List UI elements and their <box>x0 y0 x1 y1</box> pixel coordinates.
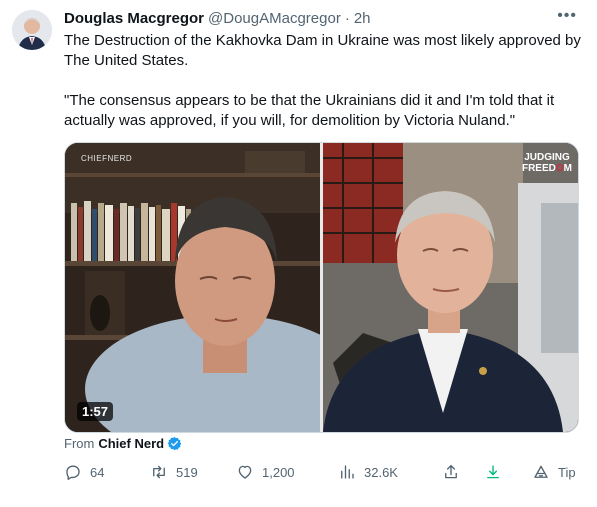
author-handle[interactable]: @DougAMacgregor <box>208 10 341 27</box>
separator-dot: · <box>344 9 350 27</box>
tweet-paragraph-2: "The consensus appears to be that the Uk… <box>64 92 555 129</box>
share-icon <box>445 464 457 479</box>
like-count: 1,200 <box>262 464 295 480</box>
video-watermark: CHIEFNERD <box>81 154 133 163</box>
timestamp[interactable]: 2h <box>354 10 371 27</box>
source-prefix: From <box>64 436 95 451</box>
like-button[interactable]: 1,200 <box>236 463 295 481</box>
source-attribution: From Chief Nerd <box>64 436 182 451</box>
verified-badge-icon <box>167 436 182 451</box>
retweet-icon <box>153 465 165 479</box>
video-player[interactable]: CHIEFNERD 1:57 JUDGING FREEDOM <box>64 142 579 433</box>
left-speaker-image <box>65 143 320 432</box>
download-button[interactable] <box>484 463 502 481</box>
tweet-paragraph-1: The Destruction of the Kakhovka Dam in U… <box>64 32 581 69</box>
tweet-header: Douglas Macgregor @DougAMacgregor · 2h <box>64 8 583 28</box>
logo-line-2-a: FREED <box>521 163 556 174</box>
views-count: 32.6K <box>364 464 398 480</box>
retweet-count: 519 <box>176 464 198 480</box>
retweet-button[interactable]: 519 <box>150 463 198 481</box>
more-options-icon[interactable]: ••• <box>557 7 577 25</box>
right-speaker-image <box>323 143 578 432</box>
views-button[interactable]: 32.6K <box>338 463 398 481</box>
heart-icon <box>238 465 252 479</box>
video-duration: 1:57 <box>77 402 114 421</box>
video-left-pane: CHIEFNERD 1:57 <box>65 143 320 432</box>
share-button[interactable] <box>442 463 460 481</box>
reply-count: 64 <box>90 464 105 480</box>
logo-line-1: JUDGING <box>524 152 570 163</box>
reply-icon <box>66 465 80 480</box>
video-right-pane: JUDGING FREEDOM <box>323 143 578 432</box>
reply-button[interactable]: 64 <box>64 463 104 481</box>
source-name[interactable]: Chief Nerd <box>98 436 164 451</box>
action-bar: 64 519 1,200 32.6K Tip <box>64 463 584 489</box>
logo-line-2: FREEDOM <box>522 163 572 174</box>
download-icon <box>487 465 499 479</box>
tip-button[interactable]: Tip <box>532 463 576 481</box>
tweet-text: The Destruction of the Kakhovka Dam in U… <box>64 31 584 131</box>
tip-label: Tip <box>558 464 576 480</box>
judging-freedom-logo: JUDGING FREEDOM <box>522 152 572 174</box>
author-name[interactable]: Douglas Macgregor <box>64 10 204 27</box>
tip-icon <box>534 465 548 478</box>
logo-line-2-c: M <box>563 163 572 174</box>
avatar[interactable] <box>12 10 52 50</box>
views-chart-icon <box>341 465 354 479</box>
logo-line-2-b: O <box>555 163 564 174</box>
tweet: Douglas Macgregor @DougAMacgregor · 2h •… <box>0 0 597 507</box>
